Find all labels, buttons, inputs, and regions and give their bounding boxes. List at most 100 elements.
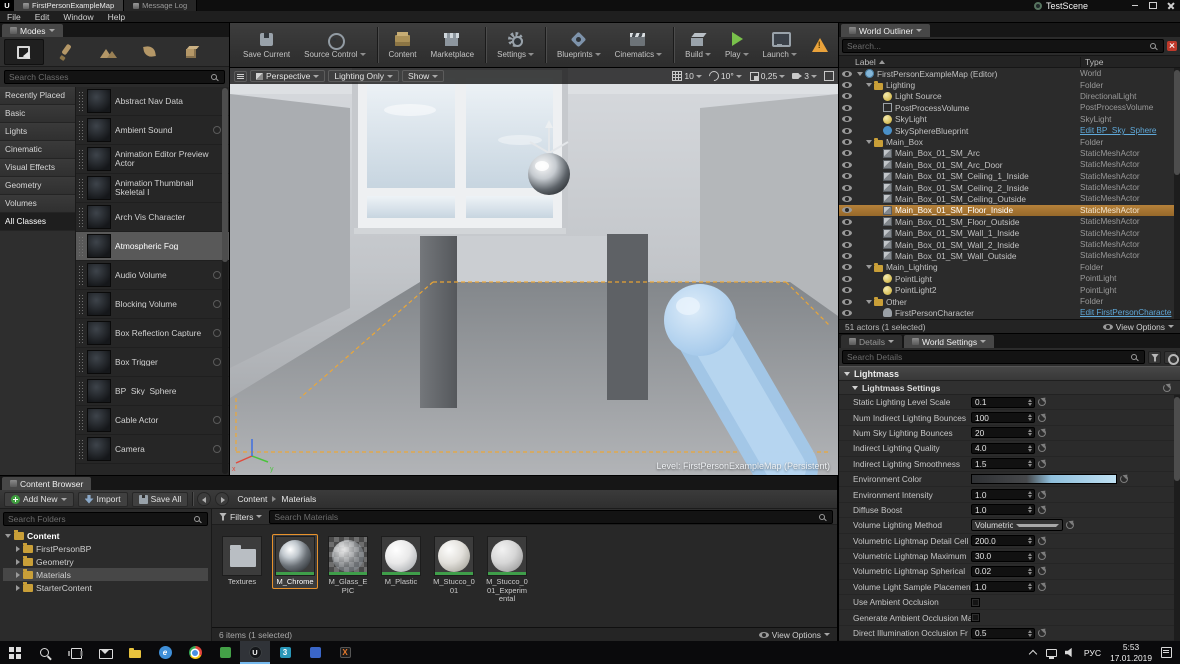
drag-grip-icon[interactable] — [78, 149, 83, 169]
visibility-eye-icon[interactable] — [842, 116, 852, 123]
visibility-eye-icon[interactable] — [842, 264, 852, 271]
viewport-mode-button[interactable]: Lighting Only — [328, 70, 400, 82]
placeable-actor-item[interactable]: Animation Editor Preview Actor — [76, 145, 229, 174]
numeric-input[interactable]: 4.0 — [971, 442, 1035, 454]
outliner-row[interactable]: Lighting Folder — [839, 79, 1180, 90]
toolbar-button[interactable]: Marketplace — [424, 24, 482, 66]
placeable-actor-item[interactable]: Ambient Sound — [76, 116, 229, 145]
numeric-input[interactable]: 200.0 — [971, 535, 1035, 547]
category-item[interactable]: All Classes — [0, 213, 75, 231]
breadcrumb-item[interactable]: Materials — [281, 494, 316, 504]
reset-to-default-icon[interactable] — [1038, 413, 1046, 422]
spinner-arrows-icon[interactable] — [1026, 537, 1033, 545]
column-header-label[interactable]: Label — [855, 57, 876, 67]
reset-to-default-icon[interactable] — [1038, 582, 1046, 591]
spinner-arrows-icon[interactable] — [1026, 583, 1033, 591]
visibility-eye-icon[interactable] — [842, 287, 852, 294]
numeric-input[interactable]: 0.02 — [971, 565, 1035, 577]
column-header-type[interactable]: Type — [1080, 56, 1180, 67]
toolbar-button[interactable]: Play — [718, 24, 756, 66]
placeable-actor-item[interactable]: Cable Actor — [76, 406, 229, 435]
folder-tree-row[interactable]: Geometry — [3, 555, 208, 568]
taskbar-app-button[interactable] — [300, 641, 330, 664]
numeric-input[interactable]: 1.0 — [971, 489, 1035, 501]
toolbar-button[interactable]: Blueprints — [550, 24, 608, 66]
details-tab[interactable]: World Settings — [903, 335, 995, 348]
tab-modes[interactable]: Modes — [2, 24, 63, 37]
spinner-arrows-icon[interactable] — [1026, 567, 1033, 575]
expand-caret-icon[interactable] — [16, 571, 20, 578]
minimize-button[interactable] — [1126, 0, 1144, 11]
expand-caret-icon[interactable] — [866, 83, 872, 88]
taskbar-app-button[interactable] — [30, 641, 60, 664]
search-clear-button[interactable] — [1167, 41, 1177, 51]
toolbar-button[interactable]: Settings — [490, 24, 541, 66]
outliner-row[interactable]: Main_Box_01_SM_Wall_Outside StaticMeshAc… — [839, 250, 1180, 261]
outliner-row[interactable]: Main_Lighting Folder — [839, 262, 1180, 273]
numeric-input[interactable]: 30.0 — [971, 550, 1035, 562]
filter-icon[interactable] — [1148, 350, 1161, 364]
numeric-input[interactable]: 100 — [971, 412, 1035, 424]
viewport-mode-button[interactable]: Perspective — [250, 70, 326, 82]
tab-content-browser[interactable]: Content Browser — [2, 477, 92, 490]
asset-tile[interactable]: M_Stucco_001_Experimental — [484, 534, 530, 606]
expand-caret-icon[interactable] — [857, 71, 863, 76]
toolbar-button[interactable]: Save Current — [236, 24, 297, 66]
menu-item[interactable]: Window — [56, 12, 100, 22]
back-button[interactable] — [197, 492, 212, 506]
mode-button[interactable] — [4, 38, 44, 65]
placeable-actor-item[interactable]: Abstract Nav Data — [76, 87, 229, 116]
category-item[interactable]: Basic — [0, 105, 75, 123]
lightmass-settings-subheader[interactable]: Lightmass Settings — [839, 381, 1180, 395]
visibility-eye-icon[interactable] — [842, 104, 852, 111]
numeric-input[interactable]: 0.1 — [971, 396, 1035, 408]
drag-grip-icon[interactable] — [78, 439, 83, 459]
outliner-row[interactable]: PointLight PointLight — [839, 273, 1180, 284]
expand-caret-icon[interactable] — [16, 545, 20, 552]
placeable-actor-item[interactable]: Atmospheric Fog — [76, 232, 229, 261]
visibility-eye-icon[interactable] — [842, 207, 852, 214]
drag-grip-icon[interactable] — [78, 352, 83, 372]
outliner-row[interactable]: Main_Box_01_SM_Wall_2_Inside StaticMeshA… — [839, 239, 1180, 250]
filters-button[interactable]: Filters — [216, 512, 265, 522]
outliner-row[interactable]: Other Folder — [839, 296, 1180, 307]
visibility-eye-icon[interactable] — [842, 241, 852, 248]
placeable-actor-item[interactable]: Animation Thumbnail Skeletal I — [76, 174, 229, 203]
asset-tile[interactable]: M_Plastic — [378, 534, 424, 589]
visibility-eye-icon[interactable] — [842, 139, 852, 146]
toolbar-button[interactable]: Source Control — [297, 24, 372, 66]
forward-button[interactable] — [215, 492, 230, 506]
visibility-eye-icon[interactable] — [842, 298, 852, 305]
details-scrollbar[interactable] — [1174, 395, 1180, 641]
placeable-actor-item[interactable]: Camera — [76, 435, 229, 464]
placeable-actor-item[interactable]: Box Reflection Capture — [76, 319, 229, 348]
numeric-input[interactable]: 0.5 — [971, 627, 1035, 639]
folder-tree-row[interactable]: Content — [3, 529, 208, 542]
network-icon[interactable] — [1045, 648, 1057, 659]
save-all-button[interactable]: Save All — [131, 491, 189, 507]
lightmass-section-header[interactable]: Lightmass — [839, 366, 1180, 381]
outliner-row[interactable]: Main_Box_01_SM_Floor_Outside StaticMeshA… — [839, 216, 1180, 227]
visibility-eye-icon[interactable] — [842, 93, 852, 100]
placeable-actor-item[interactable]: Arch Vis Character — [76, 203, 229, 232]
mode-button[interactable] — [172, 39, 212, 65]
outliner-row[interactable]: Main_Box_01_SM_Ceiling_1_Inside StaticMe… — [839, 171, 1180, 182]
viewport-scene[interactable]: x y — [230, 68, 838, 475]
taskbar-app-button[interactable] — [180, 641, 210, 664]
menu-item[interactable]: Edit — [28, 12, 57, 22]
visibility-eye-icon[interactable] — [842, 275, 852, 282]
spinner-arrows-icon[interactable] — [1026, 629, 1033, 637]
volume-icon[interactable] — [1064, 647, 1072, 658]
category-item[interactable]: Visual Effects — [0, 159, 75, 177]
folder-tree-row[interactable]: FirstPersonBP — [3, 542, 208, 555]
visibility-eye-icon[interactable] — [842, 218, 852, 225]
toolbar-button[interactable]: Content — [382, 24, 424, 66]
reset-to-default-icon[interactable] — [1038, 459, 1046, 468]
warning-triangle-icon[interactable]: ! — [811, 38, 828, 52]
category-item[interactable]: Lights — [0, 123, 75, 141]
category-item[interactable]: Cinematic — [0, 141, 75, 159]
reset-to-default-icon[interactable] — [1163, 383, 1171, 392]
search-assets-input[interactable] — [270, 511, 819, 522]
placeable-actor-item[interactable]: Blocking Volume — [76, 290, 229, 319]
reset-to-default-icon[interactable] — [1120, 475, 1128, 484]
